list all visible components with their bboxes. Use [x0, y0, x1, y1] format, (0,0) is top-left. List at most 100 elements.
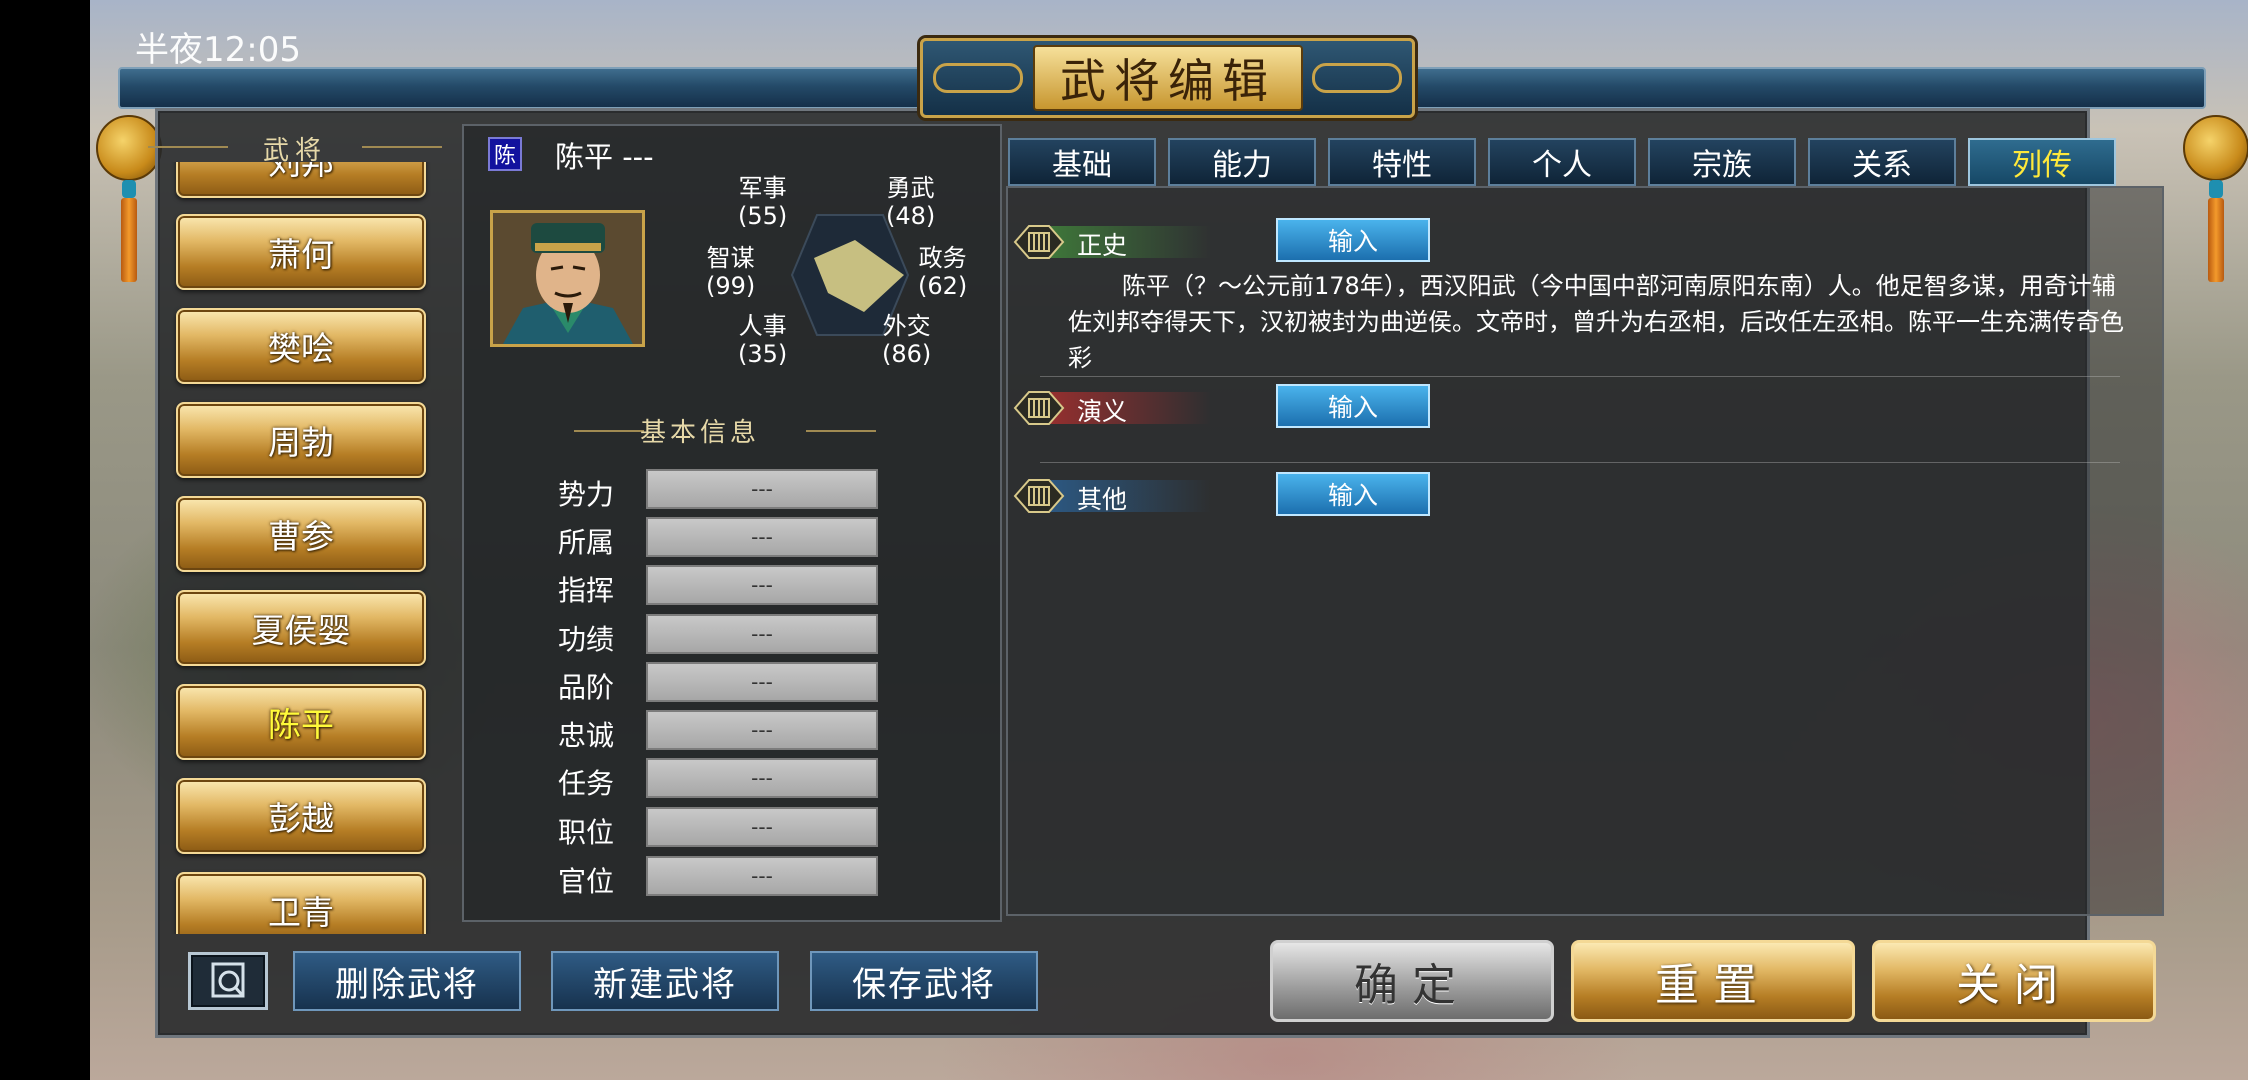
right-tassel	[2208, 198, 2224, 282]
left-knob-ornament	[96, 115, 162, 181]
input-button-romance[interactable]: 输入	[1276, 384, 1430, 428]
stat-politics: 政务 (62)	[918, 244, 967, 300]
field-label: 官位	[558, 865, 615, 898]
list-item[interactable]: 刘邦	[176, 162, 426, 198]
list-item[interactable]: 曹参	[176, 496, 426, 572]
field-value[interactable]: ---	[646, 758, 878, 798]
tab-relations[interactable]: 关系	[1808, 138, 1956, 186]
scroll-icon	[1013, 479, 1065, 513]
title-deco-left	[933, 63, 1023, 93]
tab-personal[interactable]: 个人	[1488, 138, 1636, 186]
faction-badge: 陈	[488, 137, 522, 171]
field-label: 忠诚	[558, 719, 615, 752]
stat-valor: 勇武 (48)	[886, 174, 935, 230]
divider	[1040, 462, 2120, 463]
portrait-image	[493, 213, 642, 344]
stat-military: 军事 (55)	[738, 174, 787, 230]
divider	[1040, 376, 2120, 377]
stat-value: (55)	[738, 202, 788, 230]
title-deco-right	[1312, 63, 1402, 93]
tab-ability[interactable]: 能力	[1168, 138, 1316, 186]
list-item-label: 陈平	[268, 705, 334, 744]
official-history-text: 陈平（？～公元前178年），西汉阳武（今中国中部河南原阳东南）人。他足智多谋，用…	[1068, 272, 2124, 372]
list-item[interactable]: 周勃	[176, 402, 426, 478]
new-general-button[interactable]: 新建武将	[551, 951, 779, 1011]
field-row: 职位 ---	[558, 807, 878, 849]
list-item-label: 卫青	[268, 893, 334, 932]
stat-label: 政务	[918, 244, 967, 272]
stat-value: (35)	[738, 340, 788, 368]
stat-value: (86)	[882, 340, 932, 368]
right-knob-ornament	[2183, 115, 2248, 181]
field-label: 任务	[558, 767, 615, 800]
scroll-icon	[1013, 391, 1065, 425]
right-tassel-cap	[2209, 180, 2223, 198]
field-row: 品阶 ---	[558, 662, 878, 704]
stat-personnel: 人事 (35)	[738, 312, 787, 368]
left-tassel-cap	[122, 180, 136, 198]
field-value[interactable]: ---	[646, 662, 878, 702]
field-value[interactable]: ---	[646, 565, 878, 605]
tab-traits[interactable]: 特性	[1328, 138, 1476, 186]
input-button-official-history[interactable]: 输入	[1276, 218, 1430, 262]
list-item-label: 萧何	[268, 235, 334, 274]
reset-button[interactable]: 重置	[1571, 940, 1855, 1022]
tab-basic[interactable]: 基础	[1008, 138, 1156, 186]
list-item[interactable]: 夏侯婴	[176, 590, 426, 666]
stat-diplomacy: 外交 (86)	[882, 312, 931, 368]
list-item-label: 刘邦	[268, 162, 334, 182]
list-item-label: 樊哙	[268, 329, 334, 368]
stat-strategy: 智谋 (99)	[706, 244, 755, 300]
stat-label: 勇武	[886, 174, 935, 202]
basic-info-title: 基本信息	[640, 418, 761, 448]
stat-label: 军事	[738, 174, 787, 202]
general-list[interactable]: 刘邦 萧何 樊哙 周勃 曹参 夏侯婴 陈平 彭越 卫青	[170, 162, 432, 934]
stat-label: 外交	[882, 312, 931, 340]
scroll-icon	[1013, 225, 1065, 259]
general-portrait	[490, 210, 645, 347]
field-value[interactable]: ---	[646, 614, 878, 654]
field-label: 品阶	[558, 671, 615, 704]
divider	[806, 430, 876, 432]
section-romance: 演义	[1013, 386, 1211, 430]
list-item-selected[interactable]: 陈平	[176, 684, 426, 760]
delete-general-button[interactable]: 删除武将	[293, 951, 521, 1011]
field-row: 势力 ---	[558, 469, 878, 511]
stat-value: (48)	[886, 202, 936, 230]
list-item-label: 曹参	[268, 517, 334, 556]
stat-label: 智谋	[706, 244, 755, 272]
field-row: 忠诚 ---	[558, 710, 878, 752]
field-value[interactable]: ---	[646, 856, 878, 896]
tab-clan[interactable]: 宗族	[1648, 138, 1796, 186]
list-item[interactable]: 卫青	[176, 872, 426, 934]
divider	[574, 430, 644, 432]
field-value[interactable]: ---	[646, 807, 878, 847]
list-item[interactable]: 樊哙	[176, 308, 426, 384]
list-item[interactable]: 彭越	[176, 778, 426, 854]
stat-value: (62)	[918, 272, 968, 300]
field-value[interactable]: ---	[646, 517, 878, 557]
section-official-history: 正史	[1013, 220, 1211, 264]
section-title: 其他	[1077, 485, 1128, 514]
stat-value: (99)	[706, 272, 756, 300]
input-button-other[interactable]: 输入	[1276, 472, 1430, 516]
search-icon	[211, 962, 245, 998]
field-row: 功绩 ---	[558, 614, 878, 656]
section-title: 演义	[1077, 397, 1128, 426]
field-value[interactable]: ---	[646, 710, 878, 750]
tab-biography[interactable]: 列传	[1968, 138, 2116, 186]
left-tassel	[121, 198, 137, 282]
list-item-label: 夏侯婴	[251, 611, 351, 650]
general-name: 陈平 ---	[555, 140, 654, 174]
save-general-button[interactable]: 保存武将	[810, 951, 1038, 1011]
search-button[interactable]	[188, 952, 268, 1010]
field-row: 任务 ---	[558, 758, 878, 800]
close-button[interactable]: 关闭	[1872, 940, 2156, 1022]
list-item[interactable]: 萧何	[176, 214, 426, 290]
window-title: 武将编辑	[1033, 45, 1303, 111]
field-value[interactable]: ---	[646, 469, 878, 509]
field-label: 所属	[558, 526, 615, 559]
status-time: 半夜12:05	[135, 30, 301, 70]
confirm-button[interactable]: 确定	[1270, 940, 1554, 1022]
section-title: 正史	[1077, 231, 1128, 260]
